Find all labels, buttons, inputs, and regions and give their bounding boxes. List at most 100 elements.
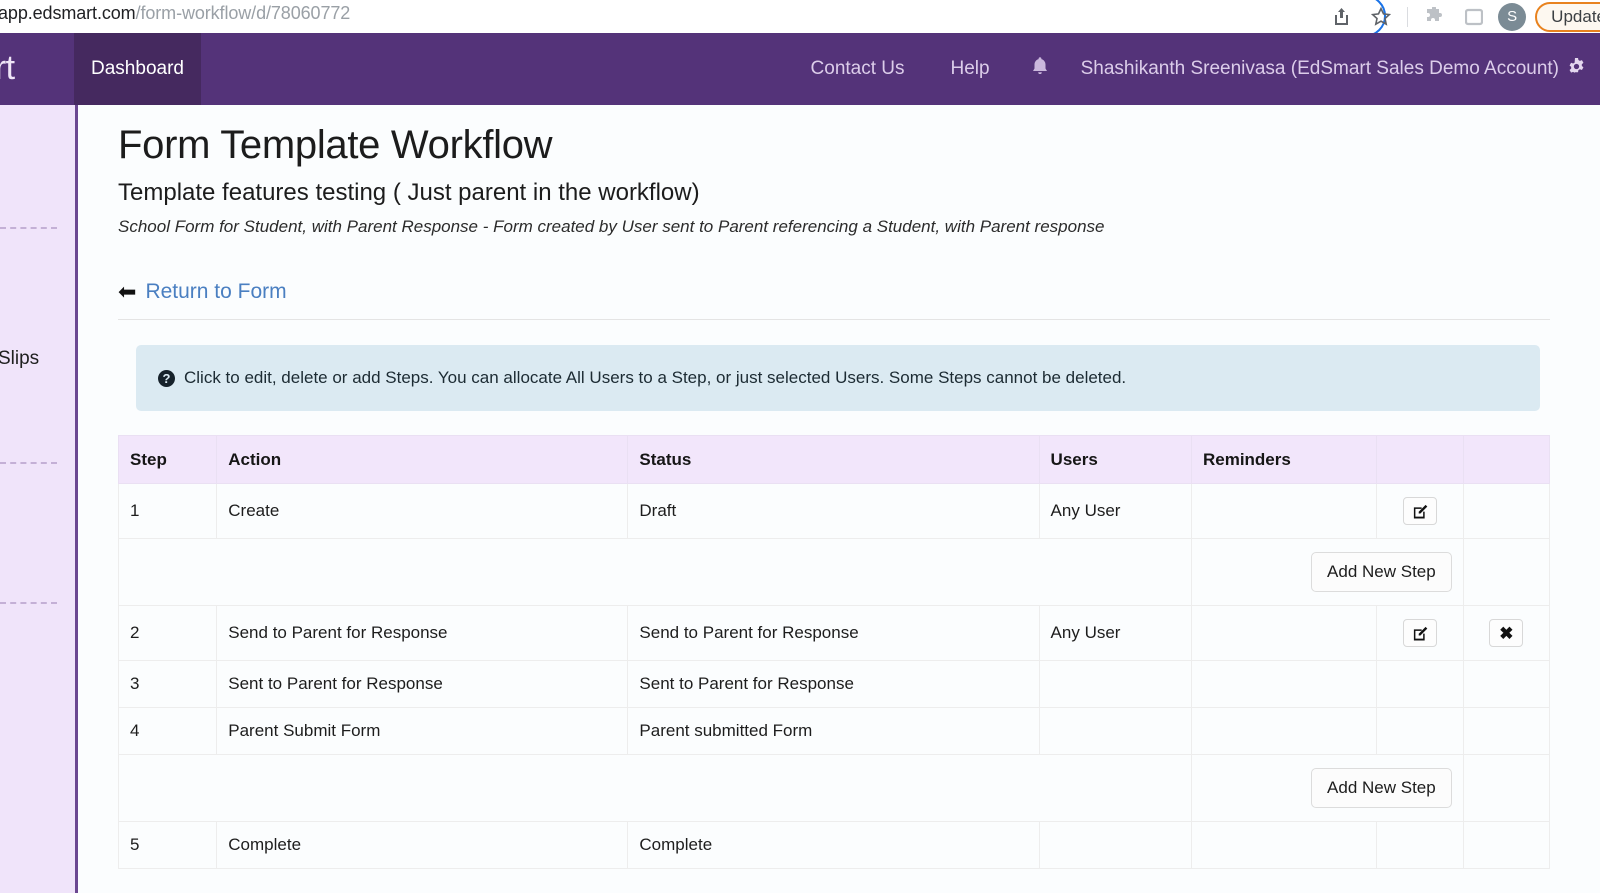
cell-delete (1462, 483, 1551, 539)
add-new-step-button[interactable]: Add New Step (1311, 768, 1452, 808)
cell-delete: ✖ (1462, 605, 1551, 661)
sidebar-divider (0, 462, 57, 464)
edit-step-button[interactable] (1403, 619, 1438, 647)
table-row[interactable]: 2 Send to Parent for Response Send to Pare… (117, 605, 1551, 661)
table-row[interactable]: 5 Complete Complete (117, 821, 1551, 869)
cell-edit (1376, 707, 1464, 755)
cell-edit (1376, 483, 1464, 539)
column-header-reminders: Reminders (1190, 435, 1378, 484)
cell-users (1038, 821, 1192, 869)
star-icon[interactable] (1361, 0, 1401, 33)
table-row[interactable]: 4 Parent Submit Form Parent submitted Form (117, 707, 1551, 755)
address-bar[interactable]: app.edsmart.com/form-workflow/d/78060772 (0, 0, 1386, 37)
nav-item-dashboard[interactable]: Dashboard (74, 33, 201, 105)
side-panel-icon[interactable] (1454, 0, 1494, 33)
add-step-row-spacer (1462, 538, 1551, 606)
cell-step: 5 (117, 821, 218, 869)
column-header-status: Status (627, 435, 1040, 484)
cell-step: 2 (117, 605, 218, 661)
url-path: /form-workflow/d/78060772 (135, 3, 351, 23)
nav-item-help[interactable]: Help (928, 58, 1013, 80)
navbar-right: Contact Us Help Shashikanth Sreenivasa (… (788, 33, 1592, 105)
avatar[interactable]: S (1498, 2, 1527, 31)
column-header-step: Step (117, 435, 218, 484)
cell-status: Sent to Parent for Response (627, 660, 1040, 708)
info-alert: ? Click to edit, delete or add Steps. Yo… (136, 345, 1540, 411)
divider (118, 319, 1550, 320)
cell-status: Send to Parent for Response (627, 605, 1040, 661)
left-sidebar: Slips (0, 105, 78, 893)
update-button[interactable]: Update (1535, 1, 1600, 32)
add-step-row-spacer (1039, 538, 1192, 606)
cell-status: Draft (627, 483, 1040, 539)
column-header-delete (1462, 435, 1551, 484)
cell-edit (1376, 821, 1464, 869)
cell-users: Any User (1038, 605, 1192, 661)
cell-users (1038, 707, 1192, 755)
delete-step-button[interactable]: ✖ (1489, 619, 1524, 647)
add-step-cell: Add New Step (1190, 538, 1464, 606)
cell-status: Parent submitted Form (627, 707, 1040, 755)
cell-action: Complete (216, 821, 629, 869)
puzzle-icon[interactable] (1414, 0, 1454, 33)
cell-action: Sent to Parent for Response (216, 660, 629, 708)
cell-reminders (1190, 821, 1378, 869)
add-step-row-spacer (118, 754, 1040, 822)
cell-delete (1462, 660, 1551, 708)
info-alert-text: Click to edit, delete or add Steps. You … (184, 368, 1127, 387)
page-subtitle: Template features testing ( Just parent … (118, 179, 700, 206)
table-body: 1 Create Draft Any User Add New Step 2 Send to… (117, 483, 1551, 869)
nav-item-contact-us[interactable]: Contact Us (788, 58, 928, 80)
edit-square-pen-icon (1412, 625, 1429, 642)
cell-status: Complete (627, 821, 1040, 869)
workflow-table: Step Action Status Users Reminders 1 Crea… (117, 435, 1551, 869)
return-to-form-link[interactable]: ⬅ Return to Form (118, 280, 287, 304)
sidebar-divider (0, 602, 57, 604)
cell-delete (1462, 707, 1551, 755)
sidebar-divider (0, 227, 57, 229)
cell-action: Create (216, 483, 629, 539)
cell-step: 3 (117, 660, 218, 708)
brand-logo[interactable]: nart (0, 49, 15, 88)
column-header-action: Action (216, 435, 629, 484)
page-title: Form Template Workflow (118, 123, 553, 167)
cell-users (1038, 660, 1192, 708)
browser-toolbar-actions: S Update (1321, 0, 1600, 33)
cell-reminders (1190, 483, 1378, 539)
main-content: Form Template Workflow Template features… (81, 105, 1600, 893)
table-header: Step Action Status Users Reminders (117, 435, 1551, 484)
page-description: School Form for Student, with Parent Res… (118, 217, 1105, 236)
nav-user-account[interactable]: Shashikanth Sreenivasa (EdSmart Sales De… (1067, 58, 1559, 80)
add-new-step-button[interactable]: Add New Step (1311, 552, 1452, 592)
add-step-row: Add New Step (118, 754, 1551, 822)
edit-step-button[interactable] (1403, 497, 1438, 525)
arrow-left-icon: ⬅ (118, 279, 137, 304)
add-step-row-spacer (1462, 754, 1551, 822)
return-to-form-label: Return to Form (145, 280, 287, 303)
cell-action: Send to Parent for Response (216, 605, 629, 661)
cell-step: 1 (117, 483, 218, 539)
cell-users: Any User (1038, 483, 1192, 539)
cell-edit (1376, 660, 1464, 708)
gear-icon[interactable] (1559, 57, 1592, 82)
column-header-edit (1376, 435, 1464, 484)
cell-step: 4 (117, 707, 218, 755)
url-text: app.edsmart.com/form-workflow/d/78060772 (0, 3, 350, 24)
workflow-table-wrapper: Step Action Status Users Reminders 1 Crea… (117, 435, 1551, 869)
cell-edit (1376, 605, 1464, 661)
table-row[interactable]: 3 Sent to Parent for Response Sent to Pare… (117, 660, 1551, 708)
close-x-icon: ✖ (1499, 623, 1514, 643)
share-icon[interactable] (1321, 0, 1361, 33)
add-step-row: Add New Step (118, 538, 1551, 606)
browser-toolbar: app.edsmart.com/form-workflow/d/78060772… (0, 0, 1600, 37)
add-step-cell: Add New Step (1190, 754, 1464, 822)
bell-icon[interactable] (1013, 56, 1067, 83)
cell-action: Parent Submit Form (216, 707, 629, 755)
table-header-row: Step Action Status Users Reminders (117, 435, 1551, 484)
cell-reminders (1190, 660, 1378, 708)
sidebar-item-slips[interactable]: Slips (0, 348, 39, 370)
cell-delete (1462, 821, 1551, 869)
column-header-users: Users (1038, 435, 1192, 484)
table-row[interactable]: 1 Create Draft Any User (117, 483, 1551, 539)
url-domain: app.edsmart.com (0, 3, 136, 23)
